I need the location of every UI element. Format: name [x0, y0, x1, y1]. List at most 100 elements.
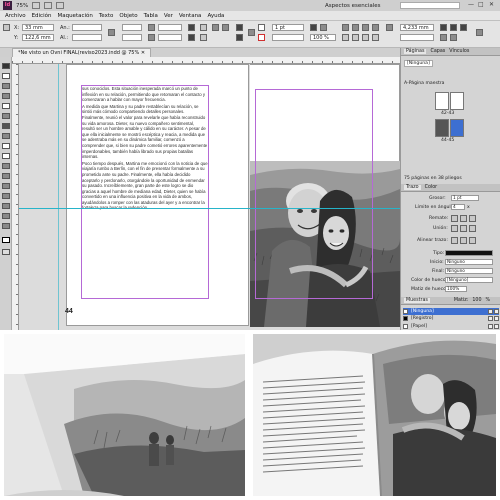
corner-field[interactable] [400, 34, 434, 41]
zoom-level[interactable]: 75% [16, 3, 28, 9]
paragraph-icon[interactable] [236, 34, 243, 41]
tab-paginas[interactable]: Páginas [404, 49, 427, 54]
join-bevel-icon[interactable] [469, 225, 476, 232]
fit-frame-icon[interactable] [352, 34, 359, 41]
ruler-guide-vertical[interactable] [58, 64, 59, 330]
join-miter-icon[interactable] [451, 225, 458, 232]
direct-selection-tool-icon[interactable] [2, 73, 10, 79]
menu-edicion[interactable]: Edición [32, 13, 52, 19]
swatch-row[interactable]: [Papel] [403, 323, 499, 330]
matiz-value[interactable]: 100 [472, 298, 481, 303]
search-input[interactable] [400, 2, 460, 9]
panel-menu-icon[interactable] [476, 29, 483, 36]
stroke-color-icon[interactable] [258, 34, 265, 41]
previous-object-icon[interactable] [212, 24, 219, 31]
limite-field[interactable]: 4 [451, 204, 465, 210]
body-text-frame[interactable]: sus conocidos. Esta situación inesperada… [82, 86, 208, 298]
zoom-tool-icon[interactable] [2, 223, 10, 229]
distribute-icon[interactable] [440, 34, 447, 41]
page-thumbnail-43[interactable] [450, 92, 464, 110]
menu-ayuda[interactable]: Ayuda [207, 13, 224, 19]
tipo-select[interactable] [445, 250, 493, 256]
swatch-row[interactable]: [Ninguna] [403, 308, 499, 315]
minimize-button[interactable]: — [468, 1, 474, 8]
master-page-item[interactable]: A-Página maestra [404, 81, 444, 86]
align-right-icon[interactable] [460, 24, 467, 31]
center-content-icon[interactable] [362, 34, 369, 41]
align-left-icon[interactable] [440, 24, 447, 31]
cap-butt-icon[interactable] [451, 215, 458, 222]
ruler-guide-horizontal[interactable] [19, 208, 400, 209]
shear-icon[interactable] [148, 34, 155, 41]
page-thumbnail-45[interactable] [450, 119, 464, 137]
height-field[interactable] [72, 34, 102, 41]
swatch-row[interactable]: [Registro] [403, 315, 499, 322]
matiz-hueco-field[interactable]: 100% [445, 286, 467, 292]
inicio-select[interactable]: Ninguno [445, 259, 493, 265]
color-hueco-select[interactable]: [Ninguno] [445, 277, 493, 283]
final-select[interactable]: Ninguno [445, 268, 493, 274]
fill-swatch-icon[interactable] [248, 29, 255, 36]
rectangle-tool-icon[interactable] [2, 153, 10, 159]
scissors-tool-icon[interactable] [2, 163, 10, 169]
grosor-field[interactable]: 1 pt [451, 195, 479, 201]
tab-muestras[interactable]: Muestras [404, 298, 430, 303]
select-container-icon[interactable] [200, 24, 207, 31]
wrap-object-shape-icon[interactable] [362, 24, 369, 31]
pen-tool-icon[interactable] [2, 123, 10, 129]
select-content-icon[interactable] [200, 34, 207, 41]
page-thumbnail-42[interactable] [435, 92, 449, 110]
x-field[interactable]: 33 mm [22, 24, 54, 31]
flip-vertical-icon[interactable] [188, 34, 195, 41]
fit-content-icon[interactable] [342, 34, 349, 41]
join-round-icon[interactable] [460, 225, 467, 232]
fill-color-icon[interactable] [258, 24, 265, 31]
next-object-icon[interactable] [222, 24, 229, 31]
rotate-icon[interactable] [148, 24, 155, 31]
menu-maquetacion[interactable]: Maquetación [57, 13, 92, 19]
menu-archivo[interactable]: Archivo [5, 13, 26, 19]
scale-y-field[interactable] [122, 34, 142, 41]
constrain-proportions-icon[interactable] [108, 29, 115, 36]
menu-ventana[interactable]: Ventana [179, 13, 202, 19]
drop-shadow-icon[interactable] [320, 24, 327, 31]
close-button[interactable]: ✕ [489, 1, 494, 8]
workspace-switcher[interactable]: Aspectos esenciales [325, 3, 380, 9]
opacity-field[interactable]: 100 % [310, 34, 336, 41]
effects-fx-icon[interactable] [310, 24, 317, 31]
menu-texto[interactable]: Texto [99, 13, 114, 19]
menu-objeto[interactable]: Objeto [119, 13, 137, 19]
screen-mode-icon[interactable] [44, 2, 53, 9]
note-tool-icon[interactable] [2, 193, 10, 199]
vertical-ruler[interactable] [12, 64, 19, 330]
tab-capas[interactable]: Capas [430, 49, 445, 54]
view-options-icon[interactable] [32, 2, 41, 9]
wrap-bounding-box-icon[interactable] [352, 24, 359, 31]
arrange-documents-icon[interactable] [56, 2, 65, 9]
close-tab-icon[interactable]: ✕ [141, 50, 145, 56]
free-transform-tool-icon[interactable] [2, 173, 10, 179]
width-field[interactable] [72, 24, 102, 31]
tab-trazo[interactable]: Trazo [404, 185, 421, 190]
horizontal-ruler[interactable] [12, 57, 400, 64]
rectangle-frame-tool-icon[interactable] [2, 143, 10, 149]
page-tool-icon[interactable] [2, 83, 10, 89]
align-center-stroke-icon[interactable] [451, 237, 458, 244]
menu-ver[interactable]: Ver [164, 13, 173, 19]
line-tool-icon[interactable] [2, 113, 10, 119]
fill-stroke-icon[interactable] [2, 237, 10, 243]
stroke-weight-field[interactable]: 1 pt [272, 24, 304, 31]
document-tab[interactable]: *Ne visto un Ovni FINAL(reviso2023.indd … [12, 48, 152, 57]
page-thumbnail-44[interactable] [435, 119, 449, 137]
wrap-none-icon[interactable] [342, 24, 349, 31]
tab-color[interactable]: Color [425, 185, 438, 190]
selection-tool-icon[interactable] [2, 63, 10, 69]
tab-vinculos[interactable]: Vínculos [449, 49, 469, 54]
dimension-field[interactable]: 4,233 mm [400, 24, 434, 31]
gap-tool-icon[interactable] [2, 93, 10, 99]
shear-field[interactable] [158, 34, 182, 41]
reference-point-icon[interactable] [3, 24, 10, 31]
flip-horizontal-icon[interactable] [188, 24, 195, 31]
type-tool-icon[interactable] [2, 103, 10, 109]
gradient-tool-icon[interactable] [2, 183, 10, 189]
